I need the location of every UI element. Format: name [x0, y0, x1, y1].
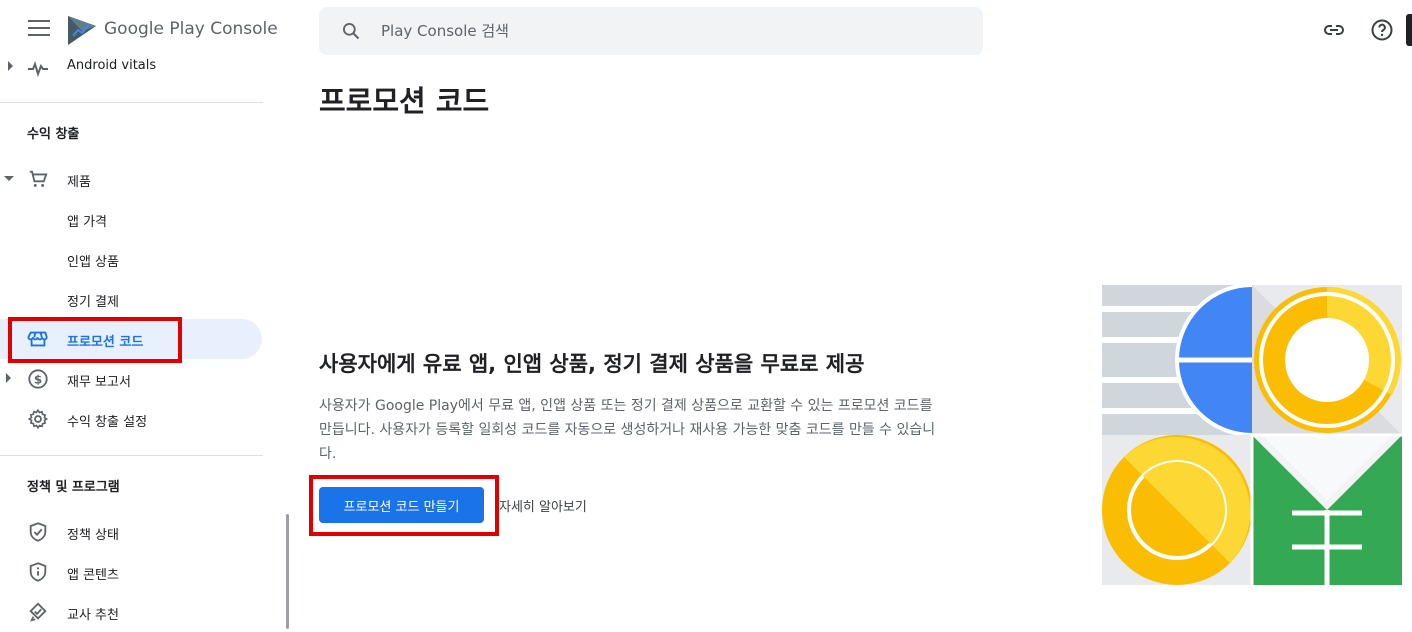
sidebar-item-teacher-approved[interactable]: 교사 추천 [0, 592, 262, 632]
sidebar-item-financial-reports[interactable]: $ 재무 보고서 [0, 359, 262, 399]
create-promo-code-button[interactable]: 프로모션 코드 만들기 [319, 487, 484, 523]
svg-text:$: $ [34, 373, 42, 387]
sidebar-item-policy-status[interactable]: 정책 상태 [0, 512, 262, 552]
sidebar-item-label: 앱 콘텐츠 [67, 568, 119, 583]
sidebar-item-label: Android vitals [67, 58, 157, 73]
promo-illustration [1102, 285, 1402, 585]
search-input[interactable] [381, 19, 961, 43]
sidebar-item-app-content[interactable]: 앱 콘텐츠 [0, 552, 262, 592]
expand-caret-icon[interactable] [6, 373, 11, 383]
brand-name: Google Play [104, 19, 205, 39]
sidebar-item-products[interactable]: 제품 [0, 159, 262, 199]
help-icon[interactable] [1370, 18, 1394, 42]
sidebar-item-android-vitals[interactable]: Android vitals [0, 52, 262, 80]
gear-icon [27, 408, 49, 430]
sidebar-item-label: 재무 보고서 [67, 375, 131, 390]
search-bar[interactable] [319, 7, 983, 55]
shield-check-icon [29, 522, 47, 542]
sidebar-divider [0, 102, 263, 103]
app-logo-text: Google Play Console [104, 19, 278, 39]
sidebar-item-subscriptions[interactable]: 정기 결제 [0, 279, 262, 319]
badge-check-icon [29, 602, 47, 622]
account-avatar[interactable] [1406, 14, 1412, 46]
learn-more-link[interactable]: 자세히 알아보기 [499, 496, 587, 515]
expand-caret-icon[interactable] [8, 61, 13, 71]
sidebar-item-label: 정책 상태 [67, 528, 119, 543]
hero-heading: 사용자에게 유료 앱, 인앱 상품, 정기 결제 상품을 무료로 제공 [319, 352, 865, 376]
shield-info-icon [29, 562, 47, 582]
sidebar-divider [0, 455, 263, 456]
sidebar-scrollbar[interactable] [286, 514, 289, 629]
sidebar-item-label: 수익 창출 설정 [67, 415, 148, 430]
section-title-monetize: 수익 창출 [27, 127, 80, 142]
page-title: 프로모션 코드 [319, 84, 490, 118]
cart-icon [29, 170, 48, 187]
sidebar-item-label: 인앱 상품 [67, 255, 119, 270]
store-icon [27, 331, 48, 347]
sidebar-item-label: 프로모션 코드 [67, 335, 144, 350]
sidebar-item-promo-codes[interactable]: 프로모션 코드 [0, 319, 262, 359]
sidebar: Google Play Console Android vitals 수익 창출… [0, 0, 290, 629]
product-name: Console [210, 19, 278, 39]
play-console-logo-icon [68, 16, 96, 45]
search-icon [343, 23, 360, 40]
sidebar-item-in-app-products[interactable]: 인앱 상품 [0, 239, 262, 279]
collapse-caret-icon[interactable] [4, 176, 14, 181]
menu-icon[interactable] [28, 20, 50, 40]
sidebar-item-monetize-settings[interactable]: 수익 창출 설정 [0, 399, 262, 439]
link-icon[interactable] [1322, 18, 1346, 42]
vitals-icon [28, 60, 48, 78]
sidebar-header: Google Play Console [0, 0, 290, 60]
sidebar-item-label: 교사 추천 [67, 608, 119, 623]
sidebar-item-label: 앱 가격 [67, 215, 108, 230]
sidebar-item-label: 제품 [67, 175, 91, 190]
hero-description: 사용자가 Google Play에서 무료 앱, 인앱 상품 또는 정기 결제 … [319, 398, 936, 462]
sidebar-item-app-price[interactable]: 앱 가격 [0, 199, 262, 239]
dollar-circle-icon: $ [28, 369, 48, 389]
sidebar-item-label: 정기 결제 [67, 295, 119, 310]
section-title-policy: 정책 및 프로그램 [27, 480, 120, 495]
